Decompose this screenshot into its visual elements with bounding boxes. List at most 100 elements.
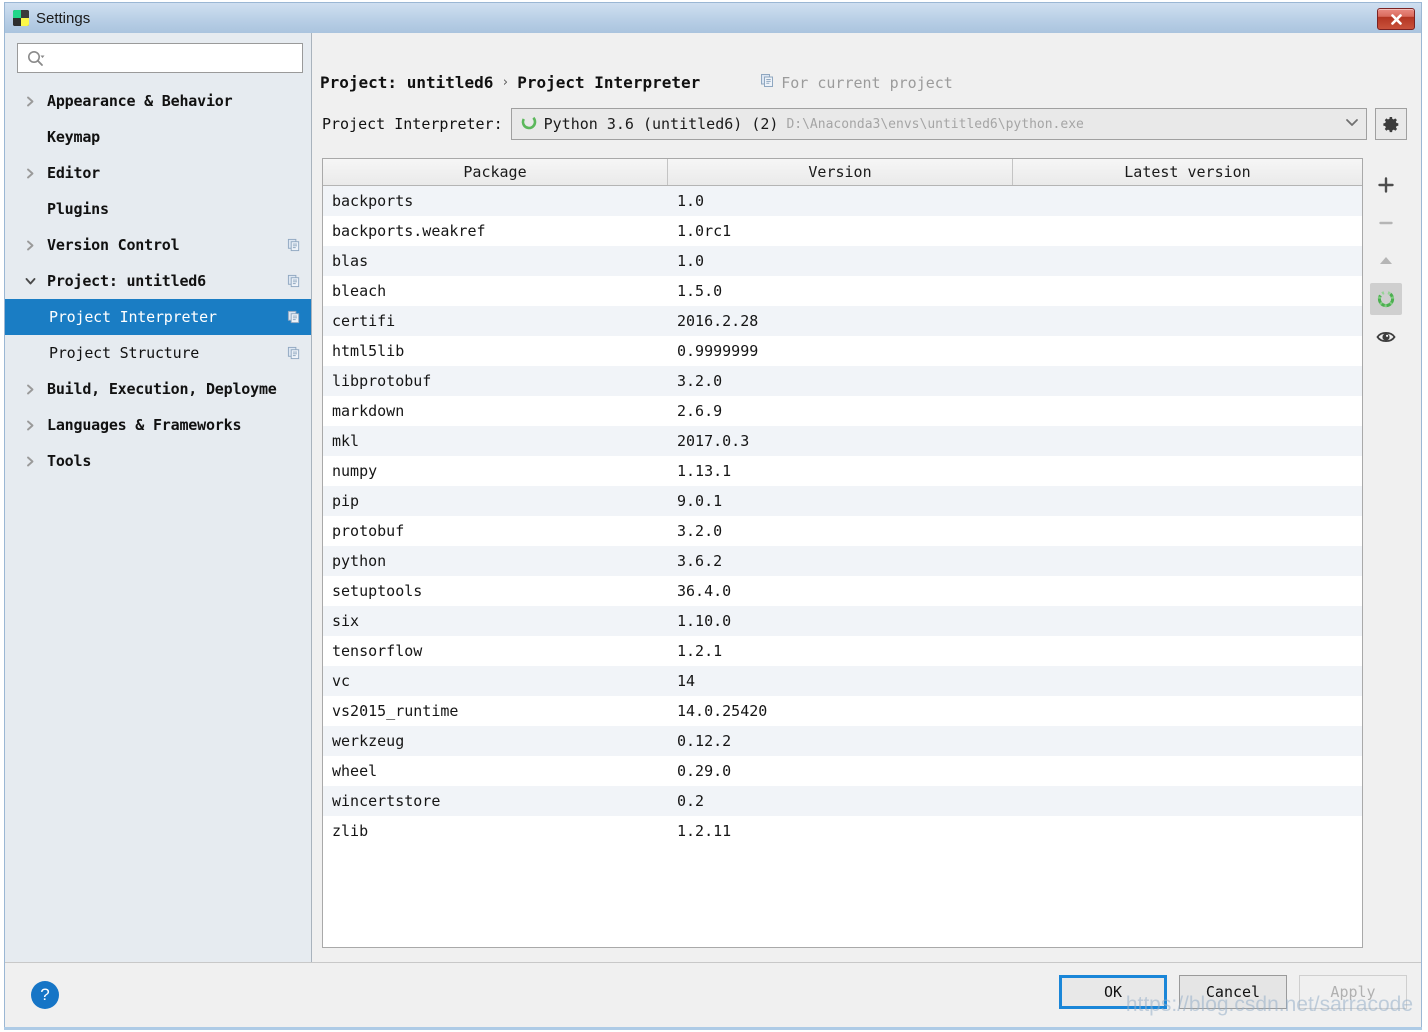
table-row[interactable]: zlib 1.2.11 xyxy=(323,816,1362,846)
search-icon xyxy=(26,49,45,68)
search-input[interactable] xyxy=(49,49,283,67)
close-icon[interactable] xyxy=(1377,8,1415,30)
table-row[interactable]: mkl 2017.0.3 xyxy=(323,426,1362,456)
packages-table-body[interactable]: backports 1.0 backports.weakref 1.0rc1 blas 1… xyxy=(323,186,1362,947)
package-version-cell: 14 xyxy=(677,672,696,690)
table-row[interactable]: wincertstore 0.2 xyxy=(323,786,1362,816)
package-version-cell: 2017.0.3 xyxy=(677,432,750,450)
package-name-cell: certifi xyxy=(332,312,396,330)
sidebar-item-project-structure[interactable]: Project Structure xyxy=(5,335,311,371)
sidebar-item-label: Tools xyxy=(47,452,92,470)
table-row[interactable]: libprotobuf 3.2.0 xyxy=(323,366,1362,396)
package-version-cell: 3.2.0 xyxy=(677,372,723,390)
package-name-cell: vc xyxy=(332,672,351,690)
gear-icon[interactable] xyxy=(1375,108,1407,140)
package-version-cell: 1.0 xyxy=(677,252,705,270)
upgrade-package-button[interactable] xyxy=(1370,245,1402,277)
table-row[interactable]: certifi 2016.2.28 xyxy=(323,306,1362,336)
sidebar-item-label: Build, Execution, Deployme xyxy=(47,380,277,398)
sidebar-item-project-untitled6[interactable]: Project: untitled6 xyxy=(5,263,311,299)
table-row[interactable]: python 3.6.2 xyxy=(323,546,1362,576)
chevron-right-icon[interactable] xyxy=(21,419,39,432)
table-row[interactable]: numpy 1.13.1 xyxy=(323,456,1362,486)
package-name-cell: mkl xyxy=(332,432,360,450)
packages-toolbar xyxy=(1365,158,1407,948)
table-row[interactable]: vc 14 xyxy=(323,666,1362,696)
interpreter-name: Python 3.6 (untitled6) (2) xyxy=(543,115,779,133)
package-version-cell: 1.13.1 xyxy=(677,462,732,480)
sidebar-item-appearance-behavior[interactable]: Appearance & Behavior xyxy=(5,83,311,119)
sidebar-item-build-execution-deployme[interactable]: Build, Execution, Deployme xyxy=(5,371,311,407)
help-button[interactable]: ? xyxy=(31,981,59,1009)
dialog-footer: ? OK Cancel Apply https://blog.csdn.net/… xyxy=(5,962,1421,1027)
cancel-button[interactable]: Cancel xyxy=(1179,975,1287,1009)
table-row[interactable]: setuptools 36.4.0 xyxy=(323,576,1362,606)
table-row[interactable]: werkzeug 0.12.2 xyxy=(323,726,1362,756)
sidebar-item-label: Project: untitled6 xyxy=(47,272,206,290)
sidebar-item-label: Appearance & Behavior xyxy=(47,92,233,110)
sidebar-item-project-interpreter[interactable]: Project Interpreter xyxy=(5,299,311,335)
settings-tree: Appearance & Behavior Keymap Editor Plugins… xyxy=(5,81,311,962)
table-row[interactable]: backports.weakref 1.0rc1 xyxy=(323,216,1362,246)
package-name-cell: protobuf xyxy=(332,522,405,540)
package-name-cell: libprotobuf xyxy=(332,372,432,390)
chevron-down-icon[interactable] xyxy=(21,275,39,288)
breadcrumb: Project: untitled6 › Project Interpreter… xyxy=(320,73,1407,92)
table-row[interactable]: html5lib 0.9999999 xyxy=(323,336,1362,366)
dialog-button-group: OK Cancel Apply xyxy=(1059,975,1407,1009)
column-header-package[interactable]: Package xyxy=(323,159,668,185)
table-row[interactable]: bleach 1.5.0 xyxy=(323,276,1362,306)
package-version-cell: 1.0rc1 xyxy=(677,222,732,240)
packages-area: Package Version Latest version backports… xyxy=(312,140,1421,948)
package-name-cell: six xyxy=(332,612,360,630)
add-package-button[interactable] xyxy=(1370,169,1402,201)
sidebar-item-keymap[interactable]: Keymap xyxy=(5,119,311,155)
package-version-cell: 2016.2.28 xyxy=(677,312,759,330)
chevron-right-icon[interactable] xyxy=(21,455,39,468)
package-version-cell: 1.10.0 xyxy=(677,612,732,630)
breadcrumb-project[interactable]: Project: untitled6 xyxy=(320,73,493,92)
sidebar-item-label: Plugins xyxy=(47,200,109,218)
package-version-cell: 14.0.25420 xyxy=(677,702,768,720)
package-name-cell: tensorflow xyxy=(332,642,423,660)
package-name-cell: blas xyxy=(332,252,369,270)
table-row[interactable]: tensorflow 1.2.1 xyxy=(323,636,1362,666)
interpreter-select[interactable]: Python 3.6 (untitled6) (2) D:\Anaconda3\… xyxy=(510,108,1367,140)
ok-button[interactable]: OK xyxy=(1059,975,1167,1009)
scope-copy-icon xyxy=(287,310,301,324)
column-header-latest-version[interactable]: Latest version xyxy=(1013,159,1362,185)
column-header-version[interactable]: Version xyxy=(668,159,1013,185)
refresh-button[interactable] xyxy=(1370,283,1402,315)
sidebar-item-tools[interactable]: Tools xyxy=(5,443,311,479)
chevron-right-icon[interactable] xyxy=(21,167,39,180)
package-name-cell: werkzeug xyxy=(332,732,405,750)
table-row[interactable]: wheel 0.29.0 xyxy=(323,756,1362,786)
show-early-releases-button[interactable] xyxy=(1370,321,1402,353)
table-row[interactable]: blas 1.0 xyxy=(323,246,1362,276)
package-version-cell: 0.2 xyxy=(677,792,705,810)
package-name-cell: backports.weakref xyxy=(332,222,486,240)
chevron-right-icon[interactable] xyxy=(21,239,39,252)
table-row[interactable]: protobuf 3.2.0 xyxy=(323,516,1362,546)
package-version-cell: 1.2.11 xyxy=(677,822,732,840)
sidebar-item-plugins[interactable]: Plugins xyxy=(5,191,311,227)
remove-package-button[interactable] xyxy=(1370,207,1402,239)
settings-sidebar: Appearance & Behavior Keymap Editor Plugins… xyxy=(5,33,312,962)
table-row[interactable]: pip 9.0.1 xyxy=(323,486,1362,516)
settings-dialog: Settings Appearance & Behavior Keymap Ed… xyxy=(4,2,1422,1030)
interpreter-row: Project Interpreter: Python 3.6 (untitle… xyxy=(312,92,1421,140)
table-row[interactable]: six 1.10.0 xyxy=(323,606,1362,636)
sidebar-item-editor[interactable]: Editor xyxy=(5,155,311,191)
package-name-cell: pip xyxy=(332,492,360,510)
table-row[interactable]: backports 1.0 xyxy=(323,186,1362,216)
sidebar-item-version-control[interactable]: Version Control xyxy=(5,227,311,263)
table-row[interactable]: markdown 2.6.9 xyxy=(323,396,1362,426)
search-box[interactable] xyxy=(17,43,303,73)
package-version-cell: 0.29.0 xyxy=(677,762,732,780)
chevron-right-icon[interactable] xyxy=(21,95,39,108)
package-version-cell: 1.5.0 xyxy=(677,282,723,300)
chevron-right-icon[interactable] xyxy=(21,383,39,396)
main-panel: Project: untitled6 › Project Interpreter… xyxy=(312,33,1421,962)
sidebar-item-languages-frameworks[interactable]: Languages & Frameworks xyxy=(5,407,311,443)
table-row[interactable]: vs2015_runtime 14.0.25420 xyxy=(323,696,1362,726)
